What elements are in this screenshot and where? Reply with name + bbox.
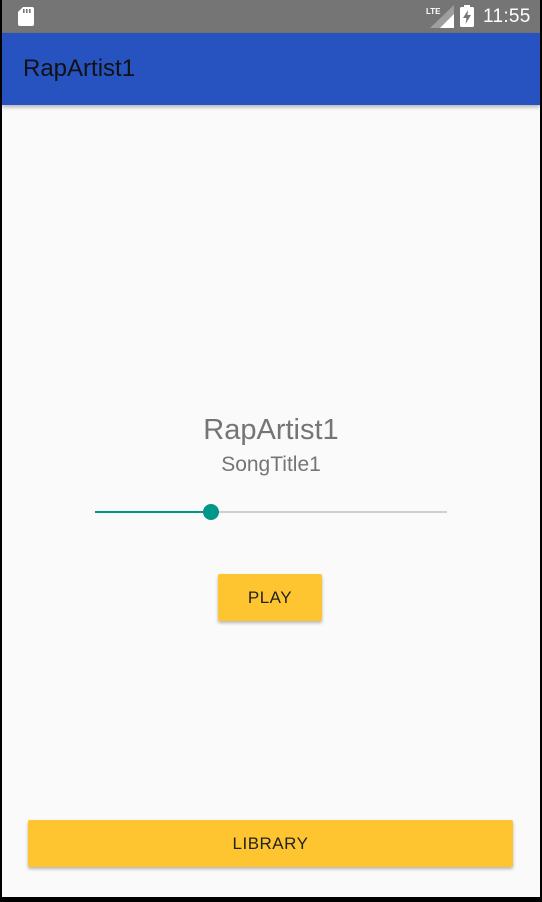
play-button[interactable]: PLAY bbox=[218, 574, 322, 621]
song-title: SongTitle1 bbox=[221, 453, 321, 476]
status-bar: LTE 11:55 bbox=[2, 0, 540, 33]
sd-card-icon bbox=[18, 7, 34, 26]
artist-name: RapArtist1 bbox=[203, 414, 339, 446]
seekbar-progress bbox=[95, 511, 212, 513]
status-clock: 11:55 bbox=[483, 6, 531, 27]
network-type-label: LTE bbox=[426, 7, 441, 16]
app-bar: RapArtist1 bbox=[2, 33, 540, 105]
playback-seekbar[interactable] bbox=[95, 498, 447, 526]
app-title: RapArtist1 bbox=[23, 55, 136, 82]
battery-charging-icon bbox=[460, 5, 474, 27]
phone-screen: LTE 11:55 RapArtist1 RapArtist1 SongTitl… bbox=[2, 0, 540, 897]
seekbar-thumb[interactable] bbox=[203, 504, 220, 520]
library-button[interactable]: LIBRARY bbox=[28, 820, 513, 867]
lte-signal-icon: LTE bbox=[426, 5, 454, 28]
